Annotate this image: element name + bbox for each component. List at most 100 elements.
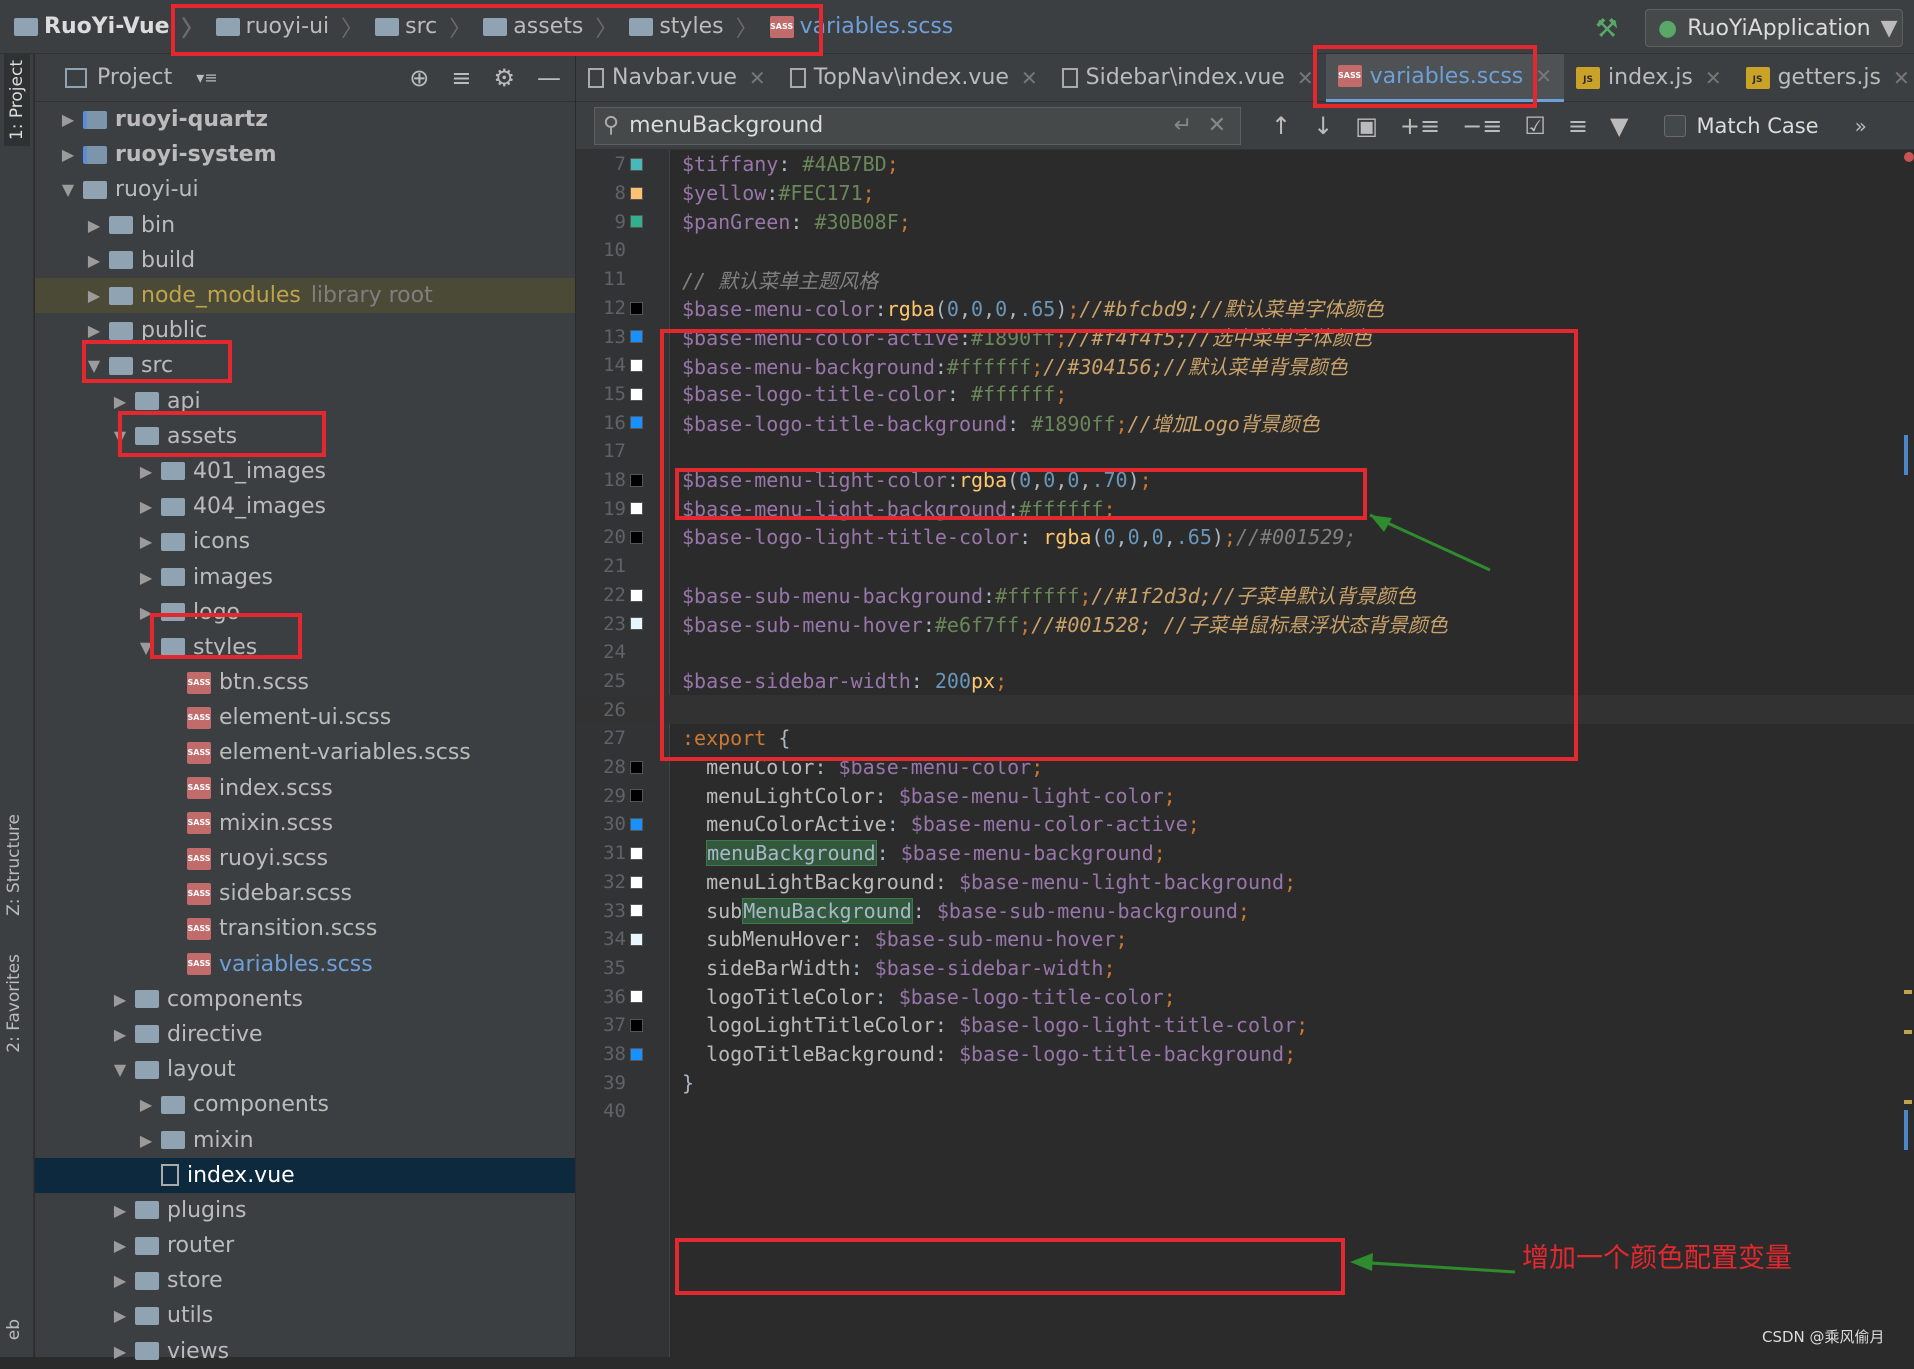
color-swatch-icon[interactable] — [630, 531, 643, 545]
color-swatch-icon[interactable] — [630, 158, 643, 171]
color-swatch-icon[interactable] — [630, 502, 643, 516]
select-all-occurrences-icon[interactable]: ☑ — [1524, 112, 1546, 140]
tree-item[interactable]: ▶ icons — [35, 524, 575, 559]
hide-icon[interactable]: — — [537, 64, 561, 92]
filter-lines-icon[interactable]: ≡ — [1568, 112, 1588, 140]
tree-item[interactable]: ▶ plugins — [35, 1193, 575, 1228]
chevron-right-icon[interactable]: ▶ — [109, 392, 131, 411]
chevron-right-icon[interactable]: ▶ — [135, 532, 157, 551]
color-swatch-icon[interactable] — [630, 588, 643, 602]
color-swatch-icon[interactable] — [630, 1019, 643, 1032]
tree-item[interactable]: SASS variables.scss — [35, 947, 575, 982]
color-swatch-icon[interactable] — [630, 330, 643, 344]
editor-tab[interactable]: JS index.js ✕ — [1564, 54, 1734, 102]
close-icon[interactable]: ✕ — [1021, 66, 1038, 90]
color-swatch-icon[interactable] — [630, 846, 643, 860]
code-line[interactable]: 29 menuLightColor: $base-menu-light-colo… — [576, 781, 1914, 810]
chevron-right-icon[interactable]: ▶ — [83, 216, 105, 235]
tree-item[interactable]: SASS index.scss — [35, 771, 575, 806]
tree-item[interactable]: ▶ store — [35, 1263, 575, 1298]
chevron-right-icon[interactable]: ▶ — [83, 251, 105, 270]
tree-item[interactable]: SASS sidebar.scss — [35, 876, 575, 911]
code-line[interactable]: 9 $panGreen: #30B08F; — [576, 207, 1914, 236]
color-swatch-icon[interactable] — [630, 904, 643, 918]
code-line[interactable]: 34 subMenuHover: $base-sub-menu-hover; — [576, 925, 1914, 954]
color-swatch-icon[interactable] — [630, 617, 643, 631]
code-line[interactable]: 39} — [576, 1068, 1914, 1097]
tree-item[interactable]: ▼ layout — [35, 1052, 575, 1087]
clear-icon[interactable]: ✕ — [1208, 113, 1226, 138]
gear-icon[interactable]: ⚙ — [493, 64, 515, 92]
tool-tab-favorites[interactable]: 2: Favorites — [4, 954, 24, 1053]
chevron-down-icon[interactable]: ▼ — [57, 180, 79, 199]
chevron-right-icon[interactable]: ▶ — [135, 1131, 157, 1150]
locate-icon[interactable]: ⊕ — [409, 64, 429, 92]
chevron-right-icon[interactable]: ▶ — [109, 1201, 131, 1220]
code-line[interactable]: 38 logoTitleBackground: $base-logo-title… — [576, 1040, 1914, 1069]
color-swatch-icon[interactable] — [630, 301, 643, 315]
tree-item[interactable]: ▼ styles — [35, 630, 575, 665]
previous-occurrence-icon[interactable]: ↑ — [1271, 112, 1291, 140]
code-line[interactable]: 7 $tiffany: #4AB7BD; — [576, 150, 1914, 179]
close-icon[interactable]: ✕ — [1893, 66, 1910, 90]
chevron-right-icon[interactable]: ▶ — [135, 497, 157, 516]
search-input[interactable]: ⚲ menuBackground ↵ ✕ — [594, 106, 1241, 145]
match-case-checkbox[interactable]: Match Case — [1664, 114, 1819, 138]
close-icon[interactable]: ✕ — [1535, 64, 1552, 88]
editor-tab[interactable]: JS getters.js ✕ — [1734, 54, 1914, 102]
tree-item[interactable]: ▶ utils — [35, 1298, 575, 1333]
editor-tab[interactable]: Sidebar\index.vue ✕ — [1050, 54, 1326, 102]
filter-icon[interactable]: ▼ — [1610, 112, 1628, 140]
chevron-right-icon[interactable]: ▶ — [109, 990, 131, 1009]
color-swatch-icon[interactable] — [630, 789, 643, 803]
color-swatch-icon[interactable] — [630, 990, 643, 1004]
run-configuration-dropdown[interactable]: ● RuoYiApplication ▼ — [1645, 9, 1903, 47]
tree-item[interactable]: SASS btn.scss — [35, 665, 575, 700]
project-panel-title[interactable]: Project — [97, 65, 172, 90]
color-swatch-icon[interactable] — [630, 186, 643, 200]
tool-tab-project[interactable]: 1: Project — [4, 54, 30, 147]
code-line[interactable]: 35 sideBarWidth: $base-sidebar-width; — [576, 954, 1914, 983]
more-options-icon[interactable]: » — [1855, 114, 1867, 138]
color-swatch-icon[interactable] — [630, 387, 643, 401]
chevron-right-icon[interactable]: ▶ — [57, 145, 79, 164]
tree-item[interactable]: ▶ images — [35, 559, 575, 594]
chevron-right-icon[interactable]: ▶ — [109, 1271, 131, 1290]
code-line[interactable]: 8 $yellow:#FEC171; — [576, 179, 1914, 208]
tree-item[interactable]: ▶ node_modules library root — [35, 277, 575, 314]
code-line[interactable]: 33 subMenuBackground: $base-sub-menu-bac… — [576, 896, 1914, 925]
code-line[interactable]: 37 logoLightTitleColor: $base-logo-light… — [576, 1011, 1914, 1040]
collapse-all-icon[interactable]: ≡ — [451, 64, 471, 92]
tree-item[interactable]: index.vue — [35, 1157, 575, 1193]
editor-tab[interactable]: Navbar.vue ✕ — [576, 54, 778, 102]
editor-tab[interactable]: TopNav\index.vue ✕ — [778, 54, 1050, 102]
chevron-right-icon[interactable]: ▶ — [109, 1025, 131, 1044]
add-selection-icon[interactable]: +≡ — [1400, 112, 1440, 140]
tree-item[interactable]: ▶ ruoyi-quartz — [35, 102, 575, 137]
tree-item[interactable]: ▶ mixin — [35, 1122, 575, 1157]
tree-item[interactable]: SASS mixin.scss — [35, 806, 575, 841]
tree-item[interactable]: ▶ router — [35, 1228, 575, 1263]
next-occurrence-icon[interactable]: ↓ — [1313, 112, 1333, 140]
tree-item[interactable]: ▶ bin — [35, 208, 575, 243]
chevron-right-icon[interactable]: ▶ — [109, 1342, 131, 1361]
chevron-right-icon[interactable]: ▶ — [109, 1236, 131, 1255]
chevron-right-icon[interactable]: ▶ — [135, 1095, 157, 1114]
tree-item[interactable]: SASS element-variables.scss — [35, 735, 575, 770]
color-swatch-icon[interactable] — [630, 760, 643, 774]
remove-selection-icon[interactable]: −≡ — [1462, 112, 1502, 140]
tree-item[interactable]: ▶ components — [35, 1087, 575, 1122]
chevron-right-icon[interactable]: ▶ — [135, 462, 157, 481]
code-line[interactable]: 40 — [576, 1097, 1914, 1126]
code-line[interactable]: 31 menuBackground: $base-menu-background… — [576, 839, 1914, 868]
tree-item[interactable]: ▶ components — [35, 982, 575, 1017]
tree-item[interactable]: ▶ ruoyi-system — [35, 137, 575, 172]
tree-item[interactable]: ▼ ruoyi-ui — [35, 172, 575, 207]
tree-item[interactable]: ▶ 401_images — [35, 454, 575, 489]
color-swatch-icon[interactable] — [630, 932, 643, 946]
find-window-icon[interactable]: ▣ — [1355, 112, 1378, 140]
close-icon[interactable]: ✕ — [749, 66, 766, 90]
color-swatch-icon[interactable] — [630, 473, 643, 487]
tree-item[interactable]: SASS element-ui.scss — [35, 700, 575, 735]
code-line[interactable]: 12 $base-menu-color:rgba(0,0,0,.65);//#bf… — [576, 294, 1914, 323]
